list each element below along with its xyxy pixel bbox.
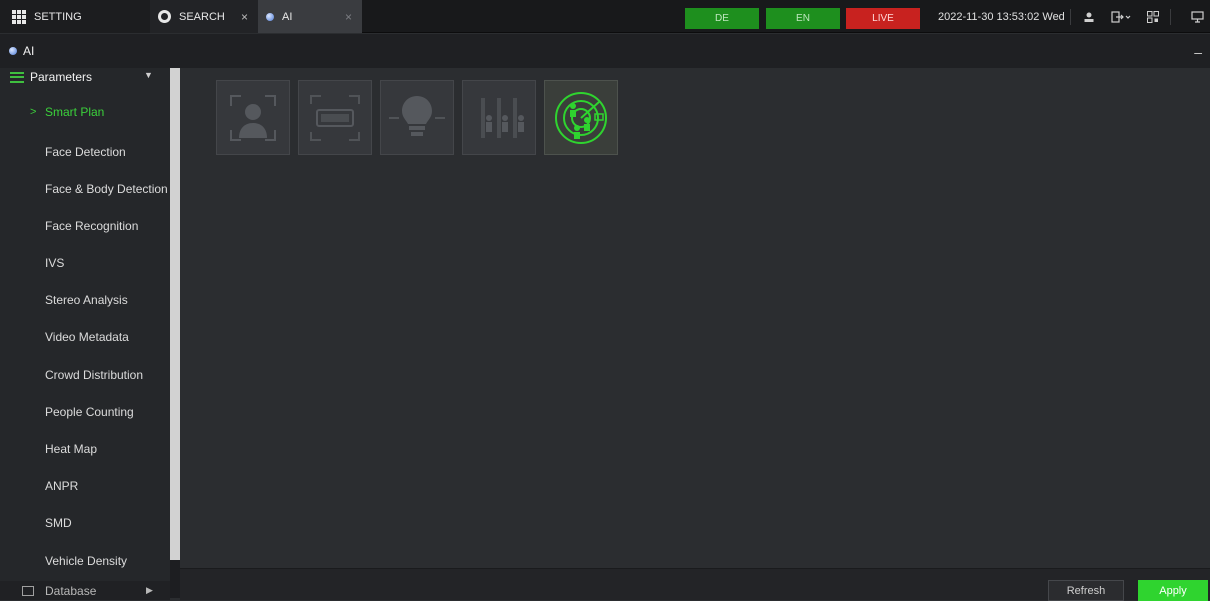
page-title-bar: AI – bbox=[0, 34, 1210, 68]
plan-tile-people-counting[interactable] bbox=[462, 80, 536, 155]
qr-code-icon[interactable] bbox=[1146, 10, 1160, 24]
plan-tile-ivs[interactable] bbox=[380, 80, 454, 155]
live-button[interactable]: LIVE bbox=[846, 8, 920, 29]
top-bar: SETTING SEARCH × AI × DE EN LIVE 2022-11… bbox=[0, 0, 1210, 33]
sidebar-item-label: Smart Plan bbox=[45, 104, 105, 119]
plan-tile-anpr[interactable] bbox=[298, 80, 372, 155]
sidebar-section-database[interactable]: Database ▶ bbox=[0, 581, 170, 600]
sidebar-section-label: Parameters bbox=[30, 70, 93, 84]
minimize-button[interactable]: – bbox=[1194, 44, 1202, 60]
sidebar-item-heat-map[interactable]: Heat Map bbox=[0, 430, 165, 467]
sidebar-item-label: People Counting bbox=[45, 404, 134, 419]
page-title: AI bbox=[23, 44, 35, 58]
sidebar-item-face-body-detection[interactable]: Face & Body Detection bbox=[0, 170, 168, 207]
light-bulb-icon bbox=[389, 95, 445, 136]
sidebar-section-label: Database bbox=[45, 583, 97, 598]
refresh-button[interactable]: Refresh bbox=[1048, 580, 1124, 601]
tab-label: SETTING bbox=[34, 10, 82, 23]
plan-tile-face-detection[interactable] bbox=[216, 80, 290, 155]
sidebar-item-face-detection[interactable]: Face Detection bbox=[0, 133, 165, 170]
sidebar-item-anpr[interactable]: ANPR bbox=[0, 467, 165, 504]
sidebar-item-smd[interactable]: SMD bbox=[0, 504, 165, 541]
tab-label: SEARCH bbox=[179, 10, 225, 23]
sidebar-item-label: Face Recognition bbox=[45, 218, 139, 233]
sidebar-item-label: IVS bbox=[45, 255, 65, 270]
caret-right-icon: ▶ bbox=[146, 585, 153, 595]
sidebar-item-label: ANPR bbox=[45, 478, 79, 493]
sidebar: Parameters ▼ > Smart Plan Face Detection… bbox=[0, 68, 170, 600]
sidebar-item-people-counting[interactable]: People Counting bbox=[0, 393, 165, 430]
sidebar-item-stereo-analysis[interactable]: Stereo Analysis bbox=[0, 281, 165, 318]
sidebar-item-label: Stereo Analysis bbox=[45, 292, 128, 307]
sidebar-item-label: Video Metadata bbox=[45, 329, 129, 344]
divider bbox=[1170, 9, 1171, 25]
tab-setting[interactable]: SETTING bbox=[0, 0, 150, 33]
sidebar-item-face-recognition[interactable]: Face Recognition bbox=[0, 207, 165, 244]
list-icon bbox=[10, 71, 24, 83]
footer-bar: Refresh Apply bbox=[180, 568, 1210, 601]
tab-search[interactable]: SEARCH × bbox=[150, 0, 258, 33]
de-button[interactable]: DE bbox=[685, 8, 759, 29]
sidebar-item-label: Face & Body Detection bbox=[45, 181, 168, 196]
tab-ai[interactable]: AI × bbox=[258, 0, 362, 33]
sidebar-item-label: Face Detection bbox=[45, 144, 126, 159]
user-icon[interactable] bbox=[1082, 10, 1096, 24]
sidebar-item-label: Vehicle Density bbox=[45, 553, 128, 568]
tab-label: AI bbox=[282, 10, 293, 23]
sidebar-item-label: Heat Map bbox=[45, 441, 98, 456]
monitor-icon[interactable] bbox=[1190, 10, 1204, 24]
sidebar-scroll-thumb[interactable] bbox=[170, 68, 180, 560]
close-icon[interactable]: × bbox=[241, 10, 248, 24]
caret-down-icon: ▼ bbox=[144, 70, 153, 80]
sidebar-item-vehicle-density[interactable]: Vehicle Density bbox=[0, 542, 165, 579]
ai-dot-icon bbox=[9, 47, 17, 55]
database-icon bbox=[22, 585, 34, 596]
face-frame-icon bbox=[230, 94, 276, 141]
datetime: 2022-11-30 13:53:02 Wed bbox=[938, 10, 1065, 23]
sidebar-item-crowd-distribution[interactable]: Crowd Distribution bbox=[0, 356, 165, 393]
ai-dot-icon bbox=[266, 12, 274, 21]
search-icon bbox=[158, 10, 171, 23]
plan-tile-crowd-distribution[interactable] bbox=[544, 80, 618, 155]
main-content bbox=[180, 68, 1210, 568]
sidebar-item-label: Crowd Distribution bbox=[45, 367, 144, 382]
grid-icon bbox=[12, 9, 26, 24]
sidebar-item-video-metadata[interactable]: Video Metadata bbox=[0, 318, 165, 355]
sidebar-section-parameters[interactable]: Parameters ▼ bbox=[0, 68, 165, 86]
logout-icon[interactable] bbox=[1110, 10, 1132, 24]
en-button[interactable]: EN bbox=[766, 8, 840, 29]
sidebar-item-smart-plan[interactable]: > Smart Plan bbox=[0, 93, 165, 130]
license-plate-icon bbox=[310, 94, 360, 141]
chevron-right-icon: > bbox=[30, 105, 37, 118]
people-count-icon bbox=[481, 97, 524, 138]
sidebar-item-ivs[interactable]: IVS bbox=[0, 244, 165, 281]
sidebar-item-label: SMD bbox=[45, 515, 72, 530]
radar-people-icon bbox=[555, 91, 607, 144]
close-icon[interactable]: × bbox=[345, 10, 352, 24]
divider bbox=[1070, 9, 1071, 25]
apply-button[interactable]: Apply bbox=[1138, 580, 1208, 601]
